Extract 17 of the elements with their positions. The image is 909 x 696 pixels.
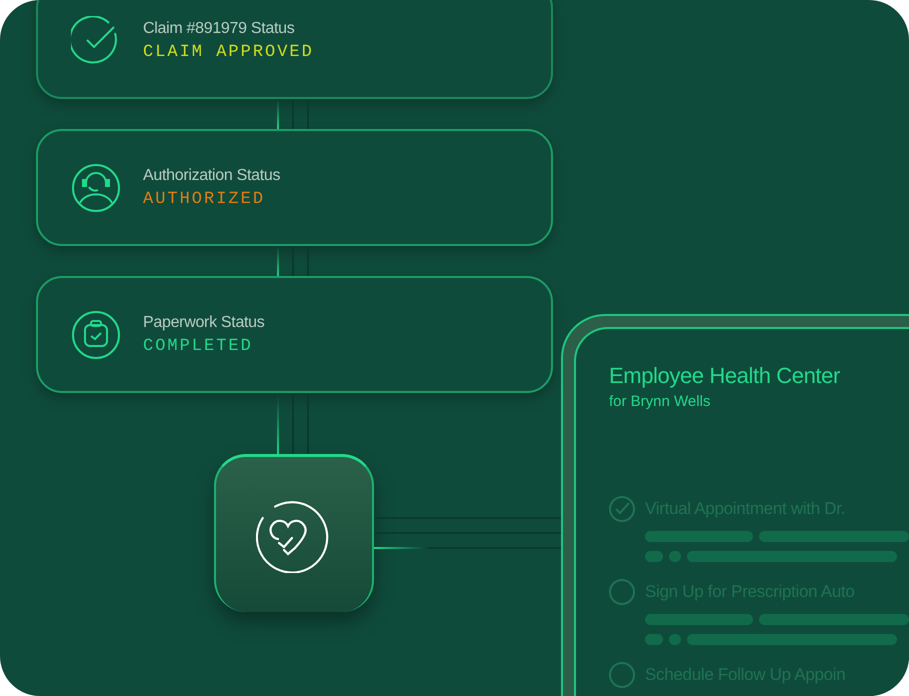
skeleton-bar — [669, 634, 681, 645]
status-value: AUTHORIZED — [143, 190, 266, 208]
panel-title: Employee Health Center — [609, 363, 841, 389]
panel-subtitle: for Brynn Wells — [609, 393, 712, 410]
headset-person-icon — [71, 162, 121, 212]
status-value: CLAIM APPROVED — [143, 42, 314, 62]
empty-circle-icon[interactable] — [609, 579, 635, 605]
skeleton-bar — [645, 634, 663, 645]
empty-circle-icon[interactable] — [609, 662, 635, 688]
status-title: Claim #891979 Status — [143, 20, 296, 38]
skeleton-bar — [645, 551, 663, 562]
clipboard-check-icon — [71, 310, 121, 360]
status-value: COMPLETED — [143, 336, 254, 356]
skeleton-bar — [669, 551, 681, 562]
status-title: Authorization Status — [143, 166, 280, 184]
checked-circle-icon[interactable] — [609, 496, 635, 522]
status-title: Paperwork Status — [143, 314, 264, 332]
